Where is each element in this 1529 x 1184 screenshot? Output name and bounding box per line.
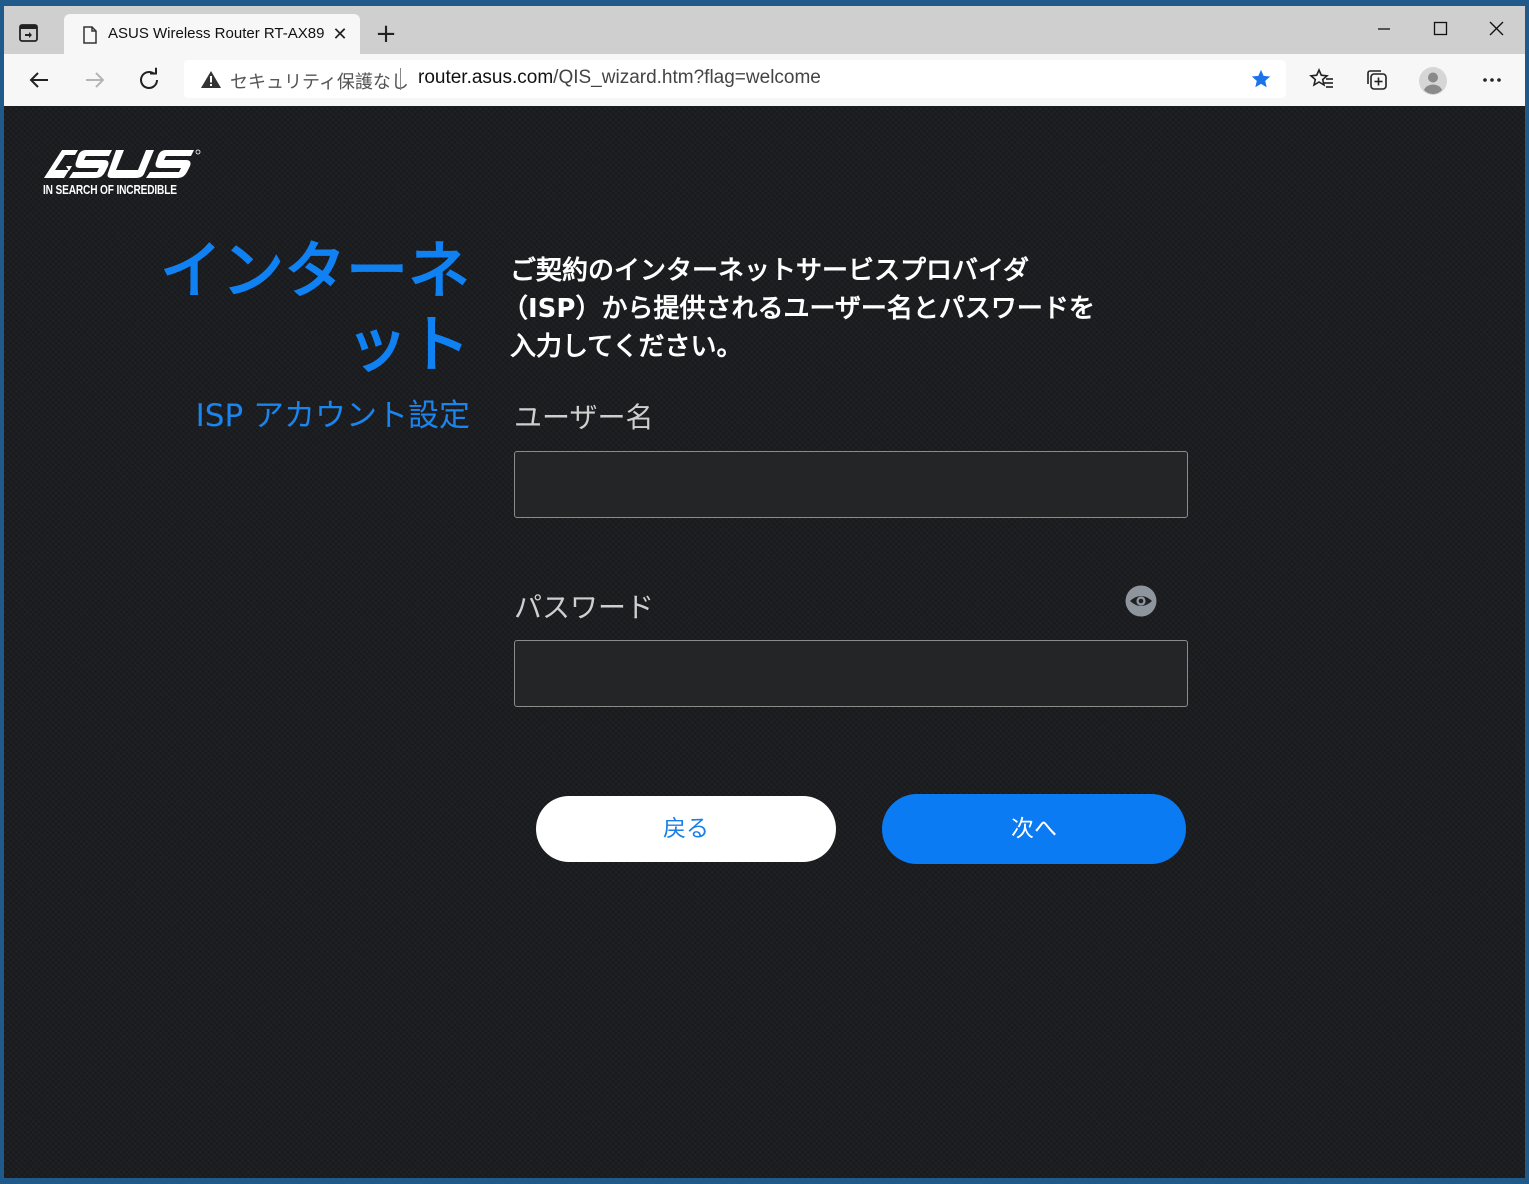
profile-icon[interactable] [1418,66,1447,95]
page-title: インターネ ット [154,234,470,382]
favorite-star-icon[interactable] [1250,68,1272,94]
document-icon [82,26,98,48]
close-tab-icon[interactable]: ✕ [330,24,350,44]
close-window-icon[interactable] [1476,14,1516,44]
favorites-icon[interactable] [1308,66,1336,94]
back-icon[interactable] [26,66,54,94]
url-text[interactable]: router.asus.com/QIS_wizard.htm?flag=welc… [418,67,821,89]
minimize-icon[interactable] [1364,14,1404,44]
url-host: router.asus.com [418,67,554,88]
maximize-icon[interactable] [1420,14,1460,44]
username-input[interactable] [514,451,1188,518]
address-separator [400,68,401,90]
warning-icon[interactable] [200,70,222,93]
username-label: ユーザー名 [514,401,654,434]
instruction-line1: ご契約のインターネットサービスプロバイダ [510,256,1029,286]
address-bar[interactable]: セキュリティ保護なし router.asus.com/QIS_wizard.ht… [184,60,1286,98]
browser-window: ASUS Wireless Router RT-AX89X ✕ + セキュリティ… [4,6,1525,1178]
new-tab-icon[interactable]: + [372,20,400,48]
eye-icon[interactable] [1125,585,1157,617]
page-title-line1: インターネ [159,234,470,307]
forward-icon [80,66,108,94]
password-label: パスワード [514,591,655,624]
tab-actions-icon[interactable] [18,22,40,44]
browser-toolbar: セキュリティ保護なし router.asus.com/QIS_wizard.ht… [4,54,1525,107]
refresh-icon[interactable] [135,66,163,94]
browser-tab[interactable]: ASUS Wireless Router RT-AX89X ✕ [64,14,360,54]
more-icon[interactable] [1478,66,1506,94]
instruction-line3: 入力してください。 [510,332,743,362]
router-setup-page: IN SEARCH OF INCREDIBLE インターネ ット ISP アカウ… [4,106,1525,1178]
password-input[interactable] [514,640,1188,707]
asus-logo: IN SEARCH OF INCREDIBLE [42,146,202,202]
page-title-line2: ット [345,308,470,381]
asus-wordmark [44,149,201,178]
logo-tagline: IN SEARCH OF INCREDIBLE [43,182,177,197]
back-button[interactable]: 戻る [536,796,836,862]
title-bar: ASUS Wireless Router RT-AX89X ✕ + [4,6,1525,54]
security-status-label[interactable]: セキュリティ保護なし [230,68,409,94]
page-subtitle: ISP アカウント設定 [195,398,470,434]
instruction-line2: （ISP）から提供されるユーザー名とパスワードを [502,294,1095,324]
tab-title: ASUS Wireless Router RT-AX89X [108,25,324,42]
instruction-text: ご契約のインターネットサービスプロバイダ （ISP）から提供されるユーザー名とパ… [502,252,1190,366]
collections-icon[interactable] [1363,66,1391,94]
next-button[interactable]: 次へ [882,794,1186,864]
url-path: /QIS_wizard.htm?flag=welcome [553,67,821,88]
